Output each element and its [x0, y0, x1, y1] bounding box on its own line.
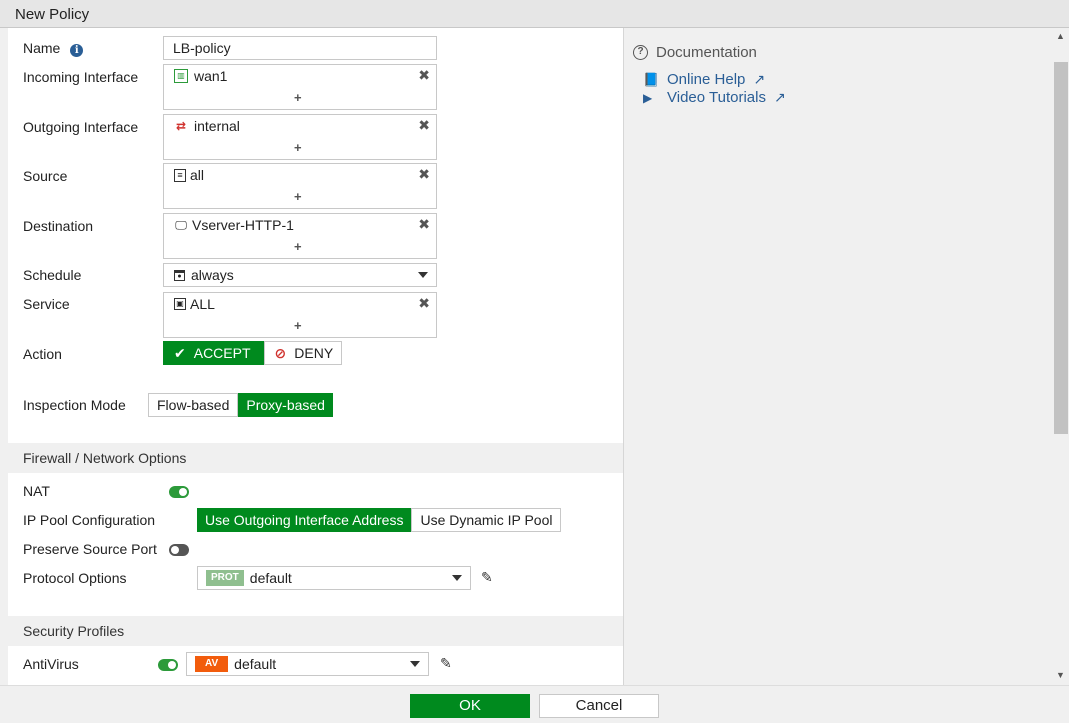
remove-icon[interactable]: ✖ — [418, 166, 430, 183]
prot-tag: PROT — [206, 570, 244, 586]
documentation-header: ? Documentation — [633, 44, 757, 61]
scroll-thumb[interactable] — [1054, 62, 1068, 434]
external-link-icon: ↗ — [773, 89, 786, 105]
video-icon: ▶ — [643, 90, 653, 105]
schedule-label: Schedule — [23, 267, 82, 283]
source-entry: ≡ all — [174, 167, 204, 183]
chevron-down-icon — [418, 272, 428, 278]
action-label: Action — [23, 346, 62, 362]
action-toggle: ✔ ACCEPT ⊘ DENY — [163, 341, 343, 365]
antivirus-toggle[interactable] — [158, 659, 178, 671]
proxy-based-button[interactable]: Proxy-based — [238, 393, 333, 417]
use-outgoing-interface-button[interactable]: Use Outgoing Interface Address — [197, 508, 412, 532]
address-group-icon: ≡ — [174, 168, 186, 182]
ok-button[interactable]: OK — [410, 694, 530, 718]
monitor-icon: 🖵 — [175, 218, 187, 232]
incoming-interface-entry: ▥ wan1 — [174, 68, 227, 84]
remove-icon[interactable]: ✖ — [418, 295, 430, 312]
antivirus-label: AntiVirus — [23, 656, 79, 672]
destination-entry: 🖵 Vserver-HTTP-1 — [175, 217, 294, 233]
switch-icon: ⇄ — [175, 119, 187, 133]
cancel-button[interactable]: Cancel — [539, 694, 659, 718]
inspection-mode-label: Inspection Mode — [23, 397, 126, 413]
service-entry: ▣ ALL — [174, 296, 215, 312]
incoming-interface-field[interactable]: ▥ wan1 ✖ + — [163, 64, 437, 110]
outgoing-interface-field[interactable]: ⇄ internal ✖ + — [163, 114, 437, 160]
flow-based-button[interactable]: Flow-based — [148, 393, 239, 417]
remove-icon[interactable]: ✖ — [418, 117, 430, 134]
scrollbar[interactable]: ▲ ▼ — [1053, 28, 1069, 685]
remove-icon[interactable]: ✖ — [418, 67, 430, 84]
outgoing-interface-entry: ⇄ internal — [175, 118, 240, 134]
add-icon[interactable]: + — [294, 239, 302, 254]
documentation-pane: ? Documentation 📘 Online Help ↗ ▶ Video … — [625, 28, 1053, 685]
name-label: Name i — [23, 40, 84, 57]
source-label: Source — [23, 168, 68, 184]
scroll-down-icon[interactable]: ▼ — [1056, 670, 1065, 680]
nat-toggle[interactable] — [169, 486, 189, 498]
window-title: New Policy — [15, 6, 90, 23]
service-field[interactable]: ▣ ALL ✖ + — [163, 292, 437, 338]
chevron-down-icon — [410, 661, 420, 667]
external-link-icon: ↗ — [753, 71, 766, 87]
source-field[interactable]: ≡ all ✖ + — [163, 163, 437, 209]
edit-icon[interactable]: ✎ — [440, 655, 452, 672]
service-icon: ▣ — [174, 298, 186, 310]
incoming-interface-label: Incoming Interface — [23, 69, 139, 85]
firewall-section-header: Firewall / Network Options — [8, 443, 623, 473]
protocol-options-label: Protocol Options — [23, 570, 127, 586]
add-icon[interactable]: + — [294, 318, 302, 333]
chevron-down-icon — [452, 575, 462, 581]
video-tutorials-link[interactable]: ▶ Video Tutorials ↗ — [643, 89, 786, 106]
protocol-options-select[interactable]: PROT default — [197, 566, 471, 590]
security-profiles-section-header: Security Profiles — [8, 616, 623, 646]
preserve-source-port-toggle[interactable] — [169, 544, 189, 556]
online-help-link[interactable]: 📘 Online Help ↗ — [643, 71, 765, 88]
add-icon[interactable]: + — [294, 140, 302, 155]
name-input[interactable]: LB-policy — [163, 36, 437, 60]
port-icon: ▥ — [174, 69, 188, 83]
edit-icon[interactable]: ✎ — [481, 569, 493, 586]
info-icon[interactable]: i — [70, 44, 84, 57]
deny-icon: ⊘ — [274, 345, 287, 361]
accept-button[interactable]: ✔ ACCEPT — [163, 341, 264, 365]
ip-pool-toggle: Use Outgoing Interface Address Use Dynam… — [197, 508, 562, 532]
check-icon: ✔ — [174, 345, 186, 361]
policy-form: Name i LB-policy Incoming Interface ▥ wa… — [8, 28, 624, 685]
remove-icon[interactable]: ✖ — [418, 216, 430, 233]
footer: OK Cancel — [0, 685, 1069, 723]
preserve-source-port-label: Preserve Source Port — [23, 541, 157, 557]
ip-pool-label: IP Pool Configuration — [23, 512, 156, 528]
outgoing-interface-label: Outgoing Interface — [23, 119, 139, 135]
antivirus-select[interactable]: AV default — [186, 652, 429, 676]
book-icon: 📘 — [643, 71, 660, 87]
add-icon[interactable]: + — [294, 189, 302, 204]
title-bar: New Policy — [0, 0, 1069, 28]
av-tag: AV — [195, 656, 229, 672]
inspection-mode-toggle: Flow-based Proxy-based — [148, 393, 333, 417]
use-dynamic-ip-pool-button[interactable]: Use Dynamic IP Pool — [411, 508, 562, 532]
destination-label: Destination — [23, 218, 94, 234]
nat-label: NAT — [23, 483, 50, 499]
calendar-icon: ● — [174, 269, 185, 281]
deny-button[interactable]: ⊘ DENY — [263, 341, 343, 365]
help-icon: ? — [633, 45, 648, 60]
service-label: Service — [23, 296, 70, 312]
add-icon[interactable]: + — [294, 90, 302, 105]
destination-field[interactable]: 🖵 Vserver-HTTP-1 ✖ + — [163, 213, 437, 259]
schedule-select[interactable]: ● always — [163, 263, 437, 287]
scroll-up-icon[interactable]: ▲ — [1056, 31, 1065, 41]
